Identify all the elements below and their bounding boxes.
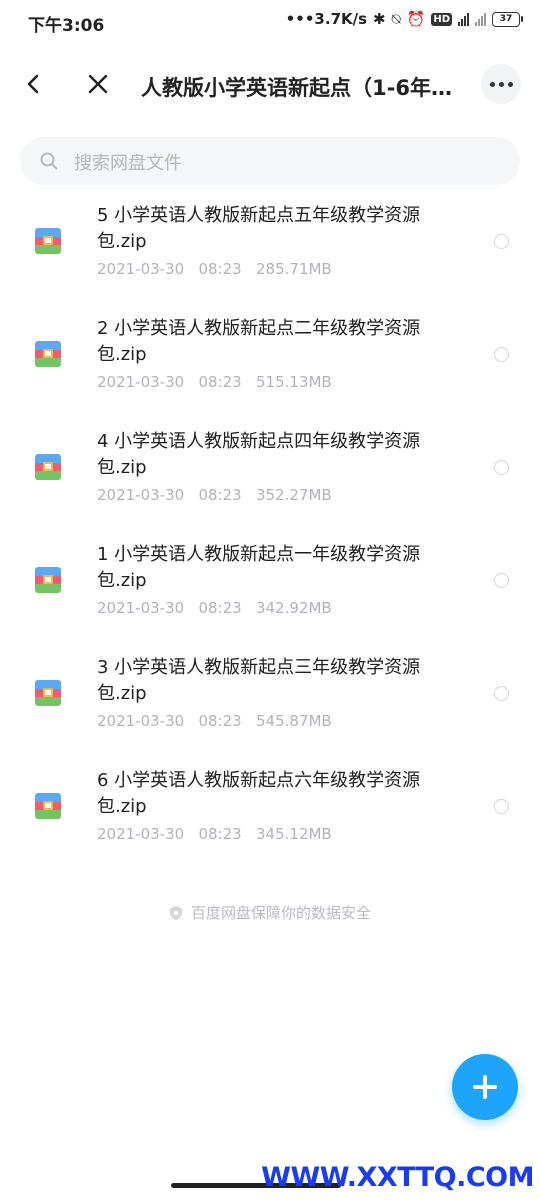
search-placeholder: 搜索网盘文件 [74,153,182,174]
hd-icon: HD [431,12,452,26]
file-name: 5 小学英语人教版新起点五年级教学资源包.zip [97,205,421,252]
alarm-icon: ⏰ [406,10,426,28]
file-list: 5 小学英语人教版新起点五年级教学资源包.zip 2021-03-30 08:2… [0,195,540,873]
list-item[interactable]: 4 小学英语人教版新起点四年级教学资源包.zip 2021-03-30 08:2… [0,421,540,534]
select-radio[interactable] [494,347,509,362]
file-name: 3 小学英语人教版新起点三年级教学资源包.zip [97,657,421,704]
zip-file-icon [35,793,61,819]
mute-icon: ⍉ [391,10,401,28]
select-radio[interactable] [494,460,509,475]
list-item[interactable]: 3 小学英语人教版新起点三年级教学资源包.zip 2021-03-30 08:2… [0,647,540,760]
zip-file-icon [35,341,61,367]
file-meta: 2021-03-30 08:23 345.12MB [97,825,332,843]
signal-4g-icon [458,12,469,26]
file-name: 2 小学英语人教版新起点二年级教学资源包.zip [97,318,421,365]
shield-icon [169,906,182,920]
status-time: 下午3:06 [28,16,105,36]
zip-file-icon [35,567,61,593]
zip-file-icon [35,454,61,480]
file-meta: 2021-03-30 08:23 545.87MB [97,712,332,730]
bluetooth-icon: ✱ [373,10,386,28]
select-radio[interactable] [494,234,509,249]
file-meta: 2021-03-30 08:23 352.27MB [97,486,332,504]
add-button[interactable] [452,1054,518,1120]
close-button[interactable] [82,68,114,100]
file-name: 4 小学英语人教版新起点四年级教学资源包.zip [97,431,421,478]
header: 人教版小学英语新起点（1-6年… [0,62,540,108]
back-button[interactable] [18,68,50,100]
signal-icon [475,12,486,26]
list-item[interactable]: 6 小学英语人教版新起点六年级教学资源包.zip 2021-03-30 08:2… [0,760,540,873]
select-radio[interactable] [494,686,509,701]
status-icons: •••3.7K/s ✱ ⍉ ⏰ HD 37 [285,10,523,28]
file-meta: 2021-03-30 08:23 285.71MB [97,260,332,278]
security-notice: 百度网盘保障你的数据安全 [0,902,540,923]
file-meta: 2021-03-30 08:23 515.13MB [97,373,332,391]
more-button[interactable] [481,64,521,104]
list-item[interactable]: 5 小学英语人教版新起点五年级教学资源包.zip 2021-03-30 08:2… [0,195,540,308]
zip-file-icon [35,228,61,254]
close-icon [88,74,108,94]
more-dots-icon [489,81,495,87]
security-notice-text: 百度网盘保障你的数据安全 [190,904,371,922]
search-icon [40,152,58,170]
list-item[interactable]: 1 小学英语人教版新起点一年级教学资源包.zip 2021-03-30 08:2… [0,534,540,647]
select-radio[interactable] [494,799,509,814]
search-input[interactable]: 搜索网盘文件 [20,137,520,185]
file-name: 1 小学英语人教版新起点一年级教学资源包.zip [97,544,421,591]
watermark: WWW.XXTTQ.COM [261,1162,534,1193]
select-radio[interactable] [494,573,509,588]
zip-file-icon [35,680,61,706]
network-speed: •••3.7K/s [285,10,368,28]
chevron-left-icon [27,74,39,94]
battery-icon: 37 [492,11,523,27]
file-meta: 2021-03-30 08:23 342.92MB [97,599,332,617]
page-title: 人教版小学英语新起点（1-6年… [141,76,452,100]
file-name: 6 小学英语人教版新起点六年级教学资源包.zip [97,770,421,817]
list-item[interactable]: 2 小学英语人教版新起点二年级教学资源包.zip 2021-03-30 08:2… [0,308,540,421]
status-bar: 下午3:06 •••3.7K/s ✱ ⍉ ⏰ HD 37 [0,0,540,44]
